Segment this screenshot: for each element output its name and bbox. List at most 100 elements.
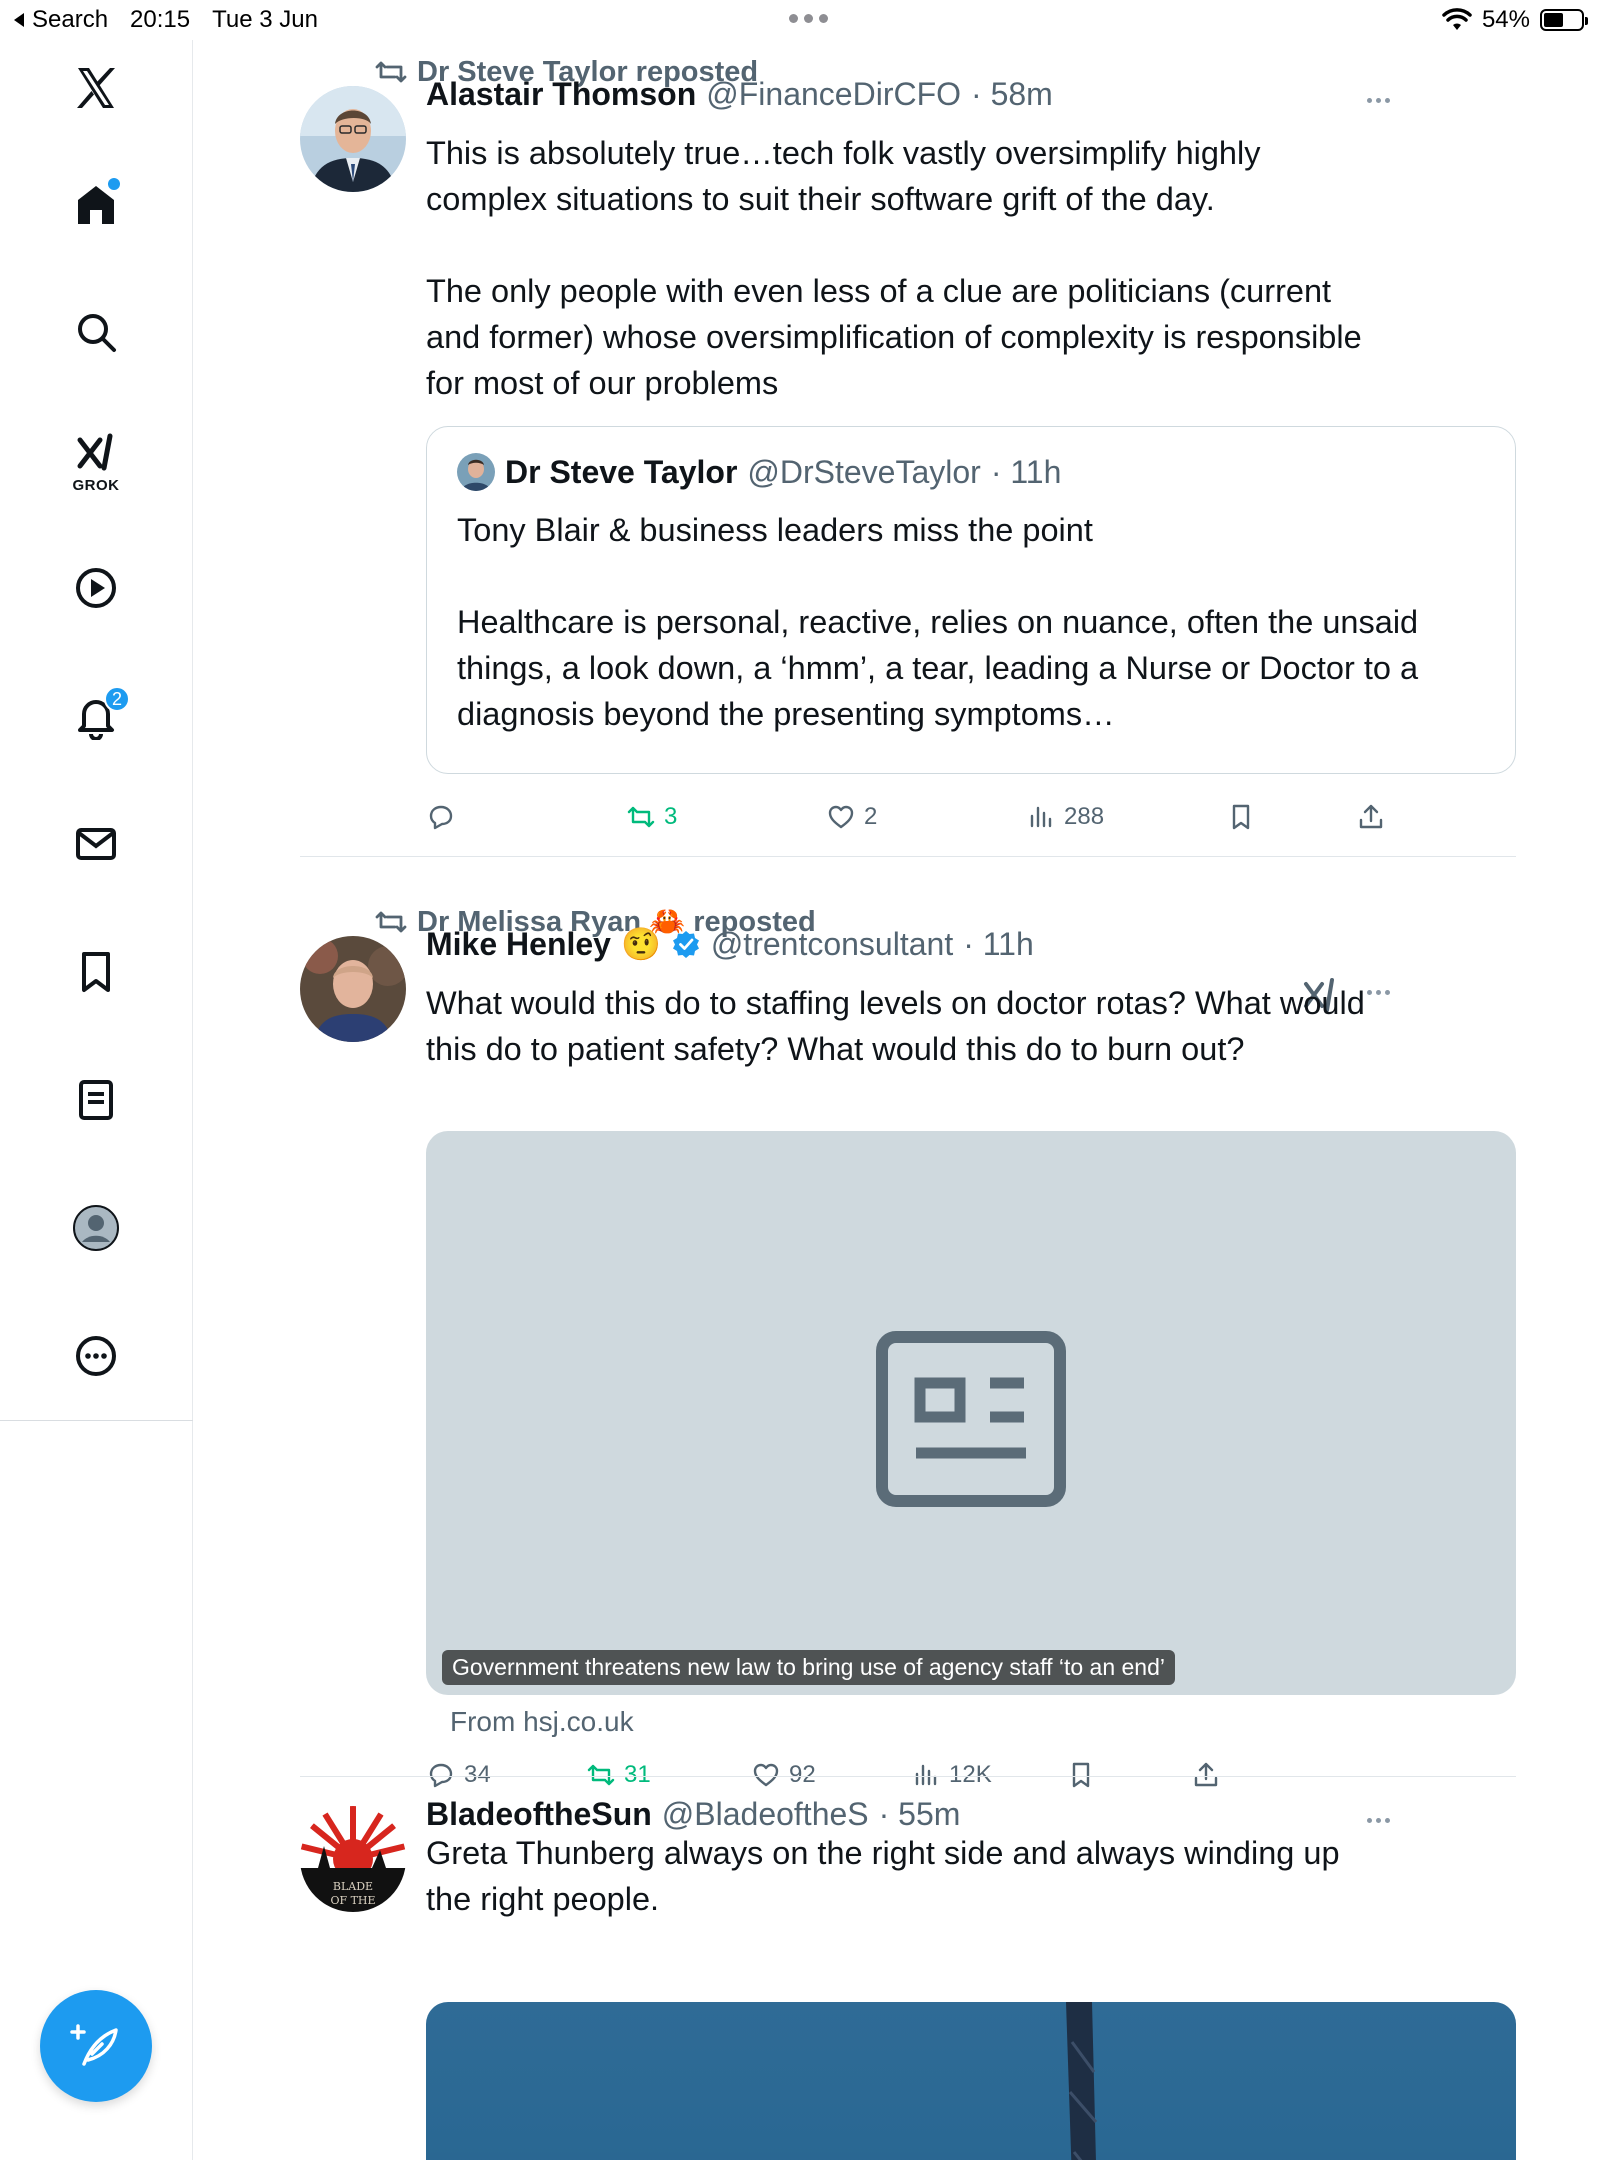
author-handle[interactable]: @trentconsultant <box>711 926 953 963</box>
notifications-badge: 2 <box>104 686 130 712</box>
bookmark-button[interactable] <box>1226 802 1256 832</box>
quoted-avatar <box>457 453 495 491</box>
author-name[interactable]: BladeoftheSun <box>426 1796 652 1833</box>
link-preview-card[interactable]: Government threatens new law to bring us… <box>426 1131 1516 1695</box>
heart-icon <box>753 1763 779 1787</box>
bookmark-icon <box>1232 804 1250 830</box>
search-icon[interactable] <box>68 304 124 360</box>
tweet-text: What would this do to staffing levels on… <box>426 985 1365 1067</box>
quoted-tweet[interactable]: Dr Steve Taylor @DrSteveTaylor · 11h Ton… <box>426 426 1516 774</box>
reply-icon <box>429 1763 453 1788</box>
grok-label: GROK <box>72 477 120 494</box>
share-icon <box>1359 804 1383 829</box>
repost-button[interactable]: 31 <box>586 1760 651 1790</box>
x-logo-icon[interactable] <box>68 60 124 116</box>
repost-count: 3 <box>664 803 678 830</box>
media-photo <box>1066 2002 1098 2160</box>
svg-text:OF THE: OF THE <box>330 1894 375 1907</box>
tweet-actions: 3 2 288 <box>426 802 1406 842</box>
battery-percent: 54% <box>1481 6 1530 33</box>
verified-badge-icon <box>672 931 699 958</box>
more-options-icon[interactable] <box>1367 98 1390 103</box>
views-button[interactable]: 288 <box>1026 802 1104 832</box>
views-button[interactable]: 12K <box>911 1760 992 1790</box>
repost-button[interactable]: 3 <box>626 802 677 832</box>
profile-avatar-icon[interactable] <box>68 1200 124 1256</box>
battery-icon <box>1540 9 1588 31</box>
author-handle[interactable]: @BladeoftheS <box>662 1796 869 1833</box>
tweet-header: BladeoftheSun @BladeoftheS · 55m <box>426 1794 1390 1834</box>
tweet-time[interactable]: · 58m <box>971 76 1053 113</box>
like-button[interactable]: 92 <box>751 1760 816 1790</box>
share-button[interactable] <box>1191 1760 1221 1790</box>
repost-icon <box>375 61 407 83</box>
grok-icon[interactable]: GROK <box>68 428 124 494</box>
home-new-dot <box>108 178 120 190</box>
sidebar-nav: GROK 2 <box>0 40 193 2160</box>
quoted-author-name: Dr Steve Taylor <box>505 453 738 490</box>
reply-icon <box>429 805 453 830</box>
author-name[interactable]: Alastair Thomson <box>426 76 696 113</box>
tweet-text: Greta Thunberg always on the right side … <box>426 1835 1340 1917</box>
back-label: Search <box>32 6 109 33</box>
tweet-header: Mike Henley 🤨 @trentconsultant · 11h <box>426 924 1390 964</box>
wifi-icon <box>1442 8 1472 30</box>
like-count: 2 <box>864 803 878 830</box>
tweet-text: This is absolutely true…tech folk vastly… <box>426 135 1362 401</box>
repost-icon <box>375 911 407 933</box>
bookmarks-icon[interactable] <box>68 944 124 1000</box>
bookmark-icon <box>1072 1762 1090 1788</box>
avatar-lettering: BLADE <box>333 1880 373 1893</box>
avatar[interactable] <box>300 86 406 192</box>
back-triangle-icon <box>14 13 24 27</box>
repost-icon <box>627 806 655 828</box>
like-button[interactable]: 2 <box>826 802 877 832</box>
tweet-time[interactable]: · 11h <box>963 926 1034 963</box>
tweet-time[interactable]: · 55m <box>879 1796 961 1833</box>
author-name-emoji: 🤨 <box>620 926 661 962</box>
messages-envelope-icon[interactable] <box>68 816 124 872</box>
link-card-title: Government threatens new law to bring us… <box>442 1650 1175 1685</box>
views-count: 288 <box>1064 803 1105 830</box>
reply-button[interactable] <box>426 802 464 832</box>
quoted-author-handle: @DrSteveTaylor <box>747 453 981 490</box>
views-count: 12K <box>949 1761 992 1788</box>
share-icon <box>1194 1762 1218 1787</box>
reply-count: 34 <box>464 1761 491 1788</box>
avatar[interactable] <box>300 936 406 1042</box>
tweet-separator <box>300 856 1516 857</box>
quoted-time: · 11h <box>990 453 1062 490</box>
author-handle[interactable]: @FinanceDirCFO <box>706 76 961 113</box>
multitasking-dots-icon[interactable] <box>789 14 828 23</box>
like-count: 92 <box>789 1761 816 1788</box>
repost-count: 31 <box>624 1761 651 1788</box>
sidebar-divider <box>0 1420 193 1421</box>
back-to-search-button[interactable]: Search <box>12 6 108 34</box>
views-chart-icon <box>1030 806 1052 828</box>
heart-icon <box>828 805 854 829</box>
news-article-icon <box>876 1331 1066 1507</box>
lists-icon[interactable] <box>68 1072 124 1128</box>
status-bar: Search 20:15 Tue 3 Jun 54% <box>0 0 1620 40</box>
status-time: 20:15 <box>130 6 191 33</box>
tweet-separator <box>300 1776 1516 1777</box>
bookmark-button[interactable] <box>1066 1760 1096 1790</box>
video-icon[interactable] <box>68 560 124 616</box>
tweet-media-image[interactable] <box>426 2002 1516 2160</box>
views-chart-icon <box>915 1764 937 1786</box>
tweet-header: Alastair Thomson @FinanceDirCFO · 58m <box>426 74 1390 114</box>
link-source[interactable]: From hsj.co.uk <box>450 1706 634 1738</box>
quoted-text: Tony Blair & business leaders miss the p… <box>457 512 1419 732</box>
more-options-icon[interactable] <box>68 1328 124 1384</box>
repost-icon <box>587 1764 615 1786</box>
more-options-icon[interactable] <box>1367 1818 1390 1823</box>
reply-button[interactable]: 34 <box>426 1760 491 1790</box>
avatar[interactable]: BLADE OF THE <box>300 1806 406 1912</box>
share-button[interactable] <box>1356 802 1386 832</box>
home-icon[interactable] <box>68 176 124 232</box>
compose-feather-plus-icon <box>70 2024 118 2066</box>
compose-post-button[interactable] <box>40 1990 152 2102</box>
notifications-bell-icon[interactable]: 2 <box>68 686 130 744</box>
status-date: Tue 3 Jun <box>212 6 318 33</box>
author-name[interactable]: Mike Henley <box>426 926 611 963</box>
